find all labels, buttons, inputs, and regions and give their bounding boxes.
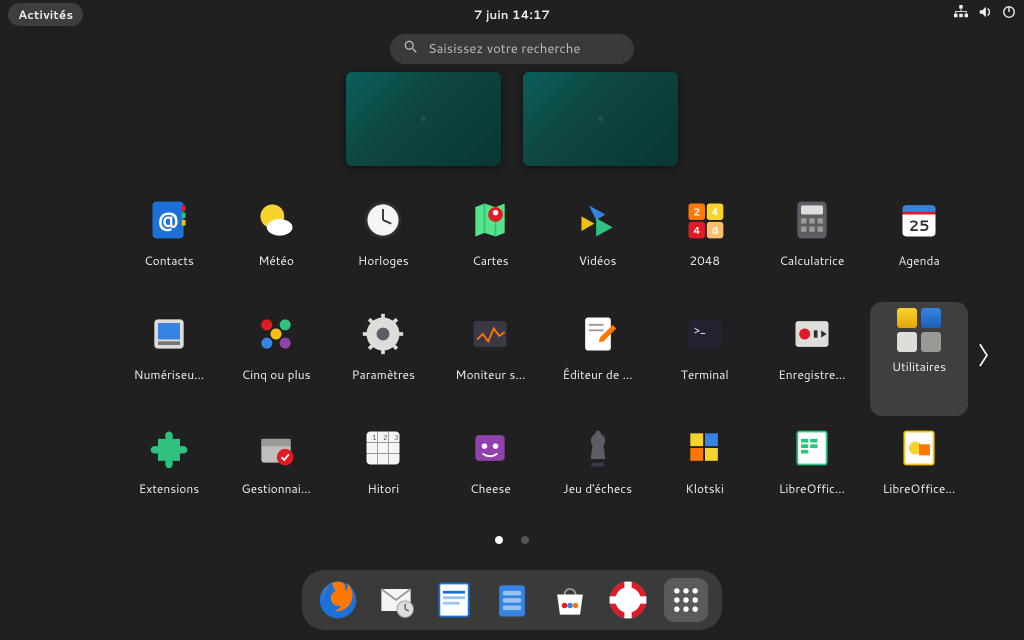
- top-bar: Activités 7 juin 14:17: [0, 0, 1024, 28]
- app-extensions[interactable]: Extensions: [120, 416, 218, 530]
- app-cheese[interactable]: Cheese: [441, 416, 539, 530]
- page-dot-1[interactable]: [495, 536, 503, 544]
- dash-firefox[interactable]: [316, 578, 360, 622]
- app-label: Cinq ou plus: [242, 366, 311, 383]
- app-label: Éditeur de …: [562, 366, 632, 383]
- app-clocks[interactable]: Horloges: [334, 188, 432, 302]
- app-software[interactable]: Gestionnai…: [227, 416, 325, 530]
- svg-text:>_: >_: [694, 322, 706, 338]
- activities-button[interactable]: Activités: [8, 3, 83, 26]
- dash-files[interactable]: [490, 578, 534, 622]
- app-2048[interactable]: 24482048: [656, 188, 754, 302]
- page-next-button[interactable]: 〉: [978, 336, 1002, 372]
- app-label: LibreOffice…: [883, 480, 956, 497]
- app-label: Agenda: [898, 252, 940, 269]
- app-label: Gestionnai…: [241, 480, 311, 497]
- app-label: Utilitaires: [892, 358, 946, 375]
- network-icon: [954, 5, 968, 23]
- workspace-switcher: [346, 72, 678, 166]
- app-label: Horloges: [358, 252, 409, 269]
- svg-text:2: 2: [693, 205, 700, 219]
- app-videos[interactable]: Vidéos: [549, 188, 647, 302]
- app-label: Hitori: [367, 480, 399, 497]
- app-label: Calculatrice: [779, 252, 844, 269]
- clock-label[interactable]: 7 juin 14:17: [474, 6, 550, 23]
- dash: [302, 570, 722, 630]
- app-label: Paramètres: [352, 366, 415, 383]
- app-recorder[interactable]: Enregistre…: [763, 302, 861, 416]
- workspace-thumbnail-2[interactable]: [523, 72, 678, 166]
- app-fiveormore[interactable]: Cinq ou plus: [227, 302, 325, 416]
- power-icon: [1002, 5, 1016, 23]
- svg-text:25: 25: [909, 215, 930, 236]
- svg-text:4: 4: [711, 205, 719, 219]
- app-calculator[interactable]: Calculatrice: [763, 188, 861, 302]
- app-label: Numériseu…: [134, 366, 204, 383]
- app-libreoffice-draw[interactable]: LibreOffice…: [870, 416, 968, 530]
- dash-show-apps[interactable]: [664, 578, 708, 622]
- app-maps[interactable]: Cartes: [441, 188, 539, 302]
- workspace-thumbnail-1[interactable]: [346, 72, 501, 166]
- dash-evolution[interactable]: [374, 578, 418, 622]
- svg-text:2: 2: [383, 433, 388, 443]
- svg-text:@: @: [158, 205, 179, 233]
- search-icon: [404, 40, 418, 59]
- app-weather[interactable]: Météo: [227, 188, 325, 302]
- search-bar[interactable]: Saisissez votre recherche: [390, 34, 634, 64]
- app-label: Cheese: [470, 480, 511, 497]
- app-chess[interactable]: Jeu d'échecs: [549, 416, 647, 530]
- app-contacts[interactable]: @ Contacts: [120, 188, 218, 302]
- app-label: Météo: [258, 252, 294, 269]
- page-indicator: [495, 536, 529, 544]
- page-dot-2[interactable]: [521, 536, 529, 544]
- app-hitori[interactable]: 123 Hitori: [334, 416, 432, 530]
- system-tray[interactable]: [954, 5, 1016, 23]
- app-label: Jeu d'échecs: [563, 480, 632, 497]
- app-label: LibreOffic…: [779, 480, 845, 497]
- app-label: Cartes: [472, 252, 508, 269]
- app-editor[interactable]: Éditeur de …: [549, 302, 647, 416]
- app-terminal[interactable]: >_ Terminal: [656, 302, 754, 416]
- app-label: Klotski: [685, 480, 724, 497]
- dash-help[interactable]: [606, 578, 650, 622]
- dash-software-center[interactable]: [548, 578, 592, 622]
- dash-writer[interactable]: [432, 578, 476, 622]
- svg-text:1: 1: [372, 433, 377, 443]
- app-folder-utilities[interactable]: Utilitaires: [870, 302, 968, 416]
- app-klotski[interactable]: Klotski: [656, 416, 754, 530]
- volume-icon: [978, 5, 992, 23]
- app-monitor[interactable]: Moniteur s…: [441, 302, 539, 416]
- app-label: Contacts: [144, 252, 194, 269]
- app-settings[interactable]: Paramètres: [334, 302, 432, 416]
- search-placeholder: Saisissez votre recherche: [428, 40, 580, 58]
- svg-text:8: 8: [711, 224, 718, 238]
- app-libreoffice-calc[interactable]: LibreOffic…: [763, 416, 861, 530]
- app-calendar[interactable]: 25 Agenda: [870, 188, 968, 302]
- app-label: Enregistre…: [778, 366, 845, 383]
- app-label: 2048: [689, 252, 719, 269]
- app-label: Moniteur s…: [455, 366, 525, 383]
- svg-text:3: 3: [394, 433, 399, 443]
- app-scanner[interactable]: Numériseu…: [120, 302, 218, 416]
- app-label: Extensions: [139, 480, 200, 497]
- app-label: Vidéos: [579, 252, 617, 269]
- svg-text:4: 4: [693, 224, 701, 238]
- app-grid: @ Contacts Météo Horloges Cartes Vidéos 2…: [120, 188, 968, 530]
- app-label: Terminal: [681, 366, 729, 383]
